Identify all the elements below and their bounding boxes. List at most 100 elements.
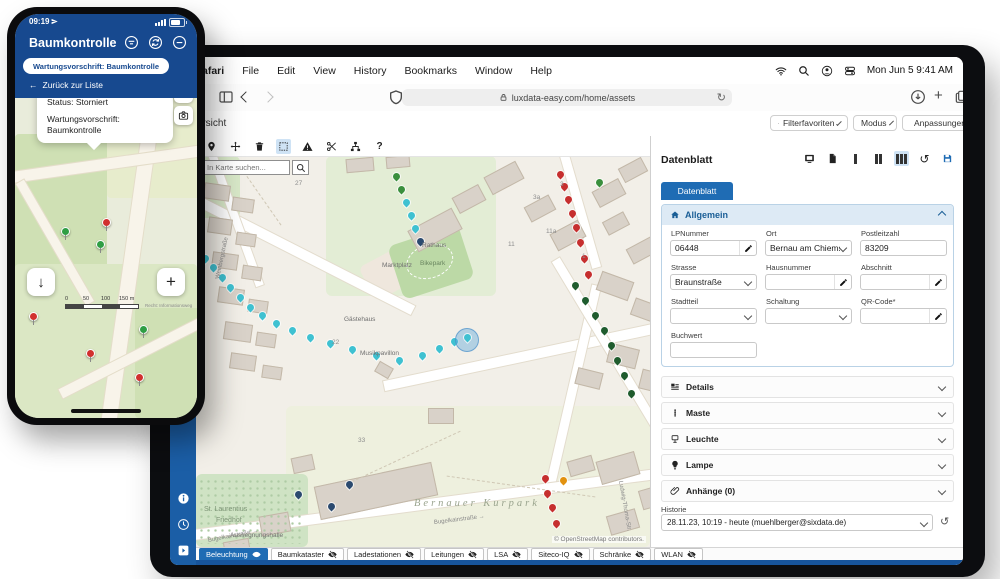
wifi-icon[interactable]: [775, 65, 787, 77]
map-marker[interactable]: [394, 356, 404, 366]
field-control[interactable]: Braunstraße: [670, 274, 757, 290]
marker-icon[interactable]: [204, 139, 219, 154]
move-icon[interactable]: [228, 139, 243, 154]
collapse-button[interactable]: ↓: [27, 268, 55, 296]
map-view[interactable]: 2733a11a1112233RathausMarktplatzBikepark…: [196, 136, 650, 547]
add-button[interactable]: +: [157, 268, 185, 296]
field-control[interactable]: [765, 308, 852, 324]
tabs-icon[interactable]: [954, 89, 963, 105]
eye-off-icon: [687, 550, 696, 559]
search-icon[interactable]: [798, 65, 810, 77]
document-icon[interactable]: [825, 151, 840, 166]
field-control[interactable]: [670, 308, 757, 324]
phone-map-pin[interactable]: [96, 240, 105, 249]
modus-button[interactable]: Modus: [853, 115, 897, 131]
field-input[interactable]: [766, 277, 834, 287]
save-icon[interactable]: [940, 151, 955, 166]
phone-map-pin[interactable]: [86, 349, 95, 358]
warning-icon[interactable]: [300, 139, 315, 154]
user-circle-icon[interactable]: [821, 65, 833, 77]
new-tab-icon[interactable]: +: [934, 87, 950, 103]
undo-icon[interactable]: ↺: [917, 151, 932, 166]
clock-icon[interactable]: [177, 518, 190, 531]
field-control[interactable]: [670, 240, 757, 256]
edit-pencil-button[interactable]: [929, 309, 946, 323]
section-lampe[interactable]: Lampe: [661, 454, 954, 476]
field-control[interactable]: [670, 342, 757, 358]
historie-undo-icon[interactable]: ↺: [940, 515, 949, 528]
reload-icon[interactable]: ↻: [717, 91, 726, 104]
edit-pencil-button[interactable]: [834, 275, 851, 289]
field-input[interactable]: [861, 243, 946, 253]
sidebar-icon[interactable]: [218, 89, 234, 105]
map-canvas[interactable]: 2733a11a1112233RathausMarktplatzBikepark…: [196, 156, 650, 547]
help-icon[interactable]: ?: [372, 139, 387, 154]
field-input[interactable]: [861, 277, 929, 287]
allgemein-header[interactable]: Allgemein: [662, 205, 953, 225]
refresh-icon[interactable]: [148, 35, 163, 50]
field-control[interactable]: [765, 274, 852, 290]
map-search-button[interactable]: [292, 160, 309, 175]
menu-view[interactable]: View: [304, 65, 345, 77]
phone-map-pin[interactable]: [139, 325, 148, 334]
home-indicator[interactable]: [71, 409, 141, 413]
field-input[interactable]: [671, 243, 739, 253]
historie-select[interactable]: 28.11.23, 10:19 - heute (muehlberger@six…: [661, 514, 933, 531]
phone-map-pin[interactable]: [61, 227, 70, 236]
phone-map-pin[interactable]: [29, 312, 38, 321]
url-bar[interactable]: luxdata-easy.com/home/assets ↻: [402, 89, 732, 106]
edit-pencil-button[interactable]: [739, 241, 756, 255]
menu-edit[interactable]: Edit: [268, 65, 304, 77]
menu-file[interactable]: File: [233, 65, 268, 77]
download-icon[interactable]: [910, 89, 926, 105]
edit-pencil-button[interactable]: [929, 275, 946, 289]
field-input[interactable]: [671, 345, 756, 355]
field-control[interactable]: Bernau am Chiemsee: [765, 240, 852, 256]
remove-circle-icon[interactable]: [172, 35, 187, 50]
field-control[interactable]: [860, 308, 947, 324]
menu-history[interactable]: History: [345, 65, 396, 77]
control-center-icon[interactable]: [844, 65, 856, 77]
tab-datenblatt[interactable]: Datenblatt: [661, 182, 733, 200]
columns-3-icon[interactable]: [894, 151, 909, 166]
map-marker[interactable]: [434, 344, 444, 354]
map-search-input[interactable]: [202, 160, 290, 175]
field-control[interactable]: [860, 274, 947, 290]
map-marker[interactable]: [305, 333, 315, 343]
select-rect-icon[interactable]: [276, 139, 291, 154]
info-icon[interactable]: [177, 492, 190, 505]
forward-icon[interactable]: [264, 93, 280, 109]
map-marker[interactable]: [417, 351, 427, 361]
trash-icon[interactable]: [252, 139, 267, 154]
field-control[interactable]: [860, 240, 947, 256]
section-maste[interactable]: Maste: [661, 402, 954, 424]
filterfavoriten-button[interactable]: Filterfavoriten: [770, 115, 848, 131]
map-marker[interactable]: [583, 270, 593, 280]
back-icon[interactable]: [242, 93, 258, 109]
scissors-icon[interactable]: [324, 139, 339, 154]
columns-2-icon[interactable]: [871, 151, 886, 166]
columns-1-icon[interactable]: [848, 151, 863, 166]
back-to-list-link[interactable]: ← Zurück zur Liste: [29, 80, 103, 90]
panel-icon[interactable]: [177, 544, 190, 557]
menu-bookmarks[interactable]: Bookmarks: [395, 65, 466, 77]
screen-icon[interactable]: [802, 151, 817, 166]
map-marker[interactable]: [287, 326, 297, 336]
camera-button[interactable]: [174, 106, 193, 125]
phone-map[interactable]: [15, 98, 197, 418]
section-anh-nge-0-[interactable]: Anhänge (0): [661, 480, 954, 502]
section-details[interactable]: Details: [661, 376, 954, 398]
network-icon[interactable]: [348, 139, 363, 154]
menu-window[interactable]: Window: [466, 65, 521, 77]
map-marker[interactable]: [271, 319, 281, 329]
selected-marker[interactable]: [455, 328, 479, 352]
phone-map-pin[interactable]: [135, 373, 144, 382]
map-marker[interactable]: [347, 345, 357, 355]
anpassungen-button[interactable]: Anpassungen: [902, 115, 963, 131]
filter-circle-icon[interactable]: [124, 35, 139, 50]
filter-pill[interactable]: Wartungsvorschrift: Baumkontrolle: [23, 58, 169, 74]
field-input[interactable]: [861, 311, 929, 321]
menu-help[interactable]: Help: [521, 65, 561, 77]
phone-map-pin[interactable]: [102, 218, 111, 227]
section-leuchte[interactable]: Leuchte: [661, 428, 954, 450]
